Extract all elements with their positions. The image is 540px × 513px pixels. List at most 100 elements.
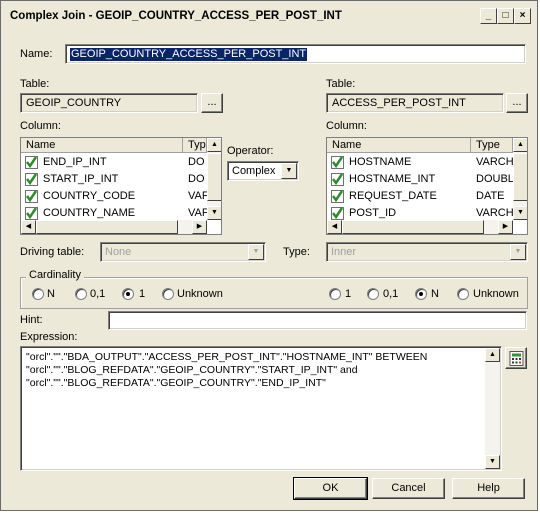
right-row[interactable]: REQUEST_DATE DATE [327, 188, 513, 205]
driving-table-select: None ▼ [100, 242, 266, 262]
right-cardinality-n-label: N [431, 288, 439, 300]
minimize-button[interactable]: _ [480, 8, 497, 24]
right-cardinality-zero-one-label: 0,1 [383, 288, 399, 300]
expression-vscrollbar[interactable]: ▲ ▼ [485, 348, 500, 469]
operator-select[interactable]: Complex ▼ [227, 161, 299, 181]
check-icon [331, 156, 344, 169]
check-icon [331, 173, 344, 186]
left-row-name: END_IP_INT [43, 156, 107, 168]
left-cardinality-zero-one-radio[interactable] [75, 288, 87, 300]
scroll-up-arrow-icon[interactable]: ▲ [207, 138, 221, 152]
scroll-thumb[interactable] [207, 153, 221, 201]
complex-join-dialog: Complex Join - GEOIP_COUNTRY_ACCESS_PER_… [0, 0, 538, 511]
left-table-browse-button[interactable]: ... [201, 93, 223, 113]
check-icon [331, 207, 344, 220]
expression-editor[interactable]: "orcl".""."BDA_OUTPUT"."ACCESS_PER_POST_… [20, 346, 502, 471]
scroll-thumb[interactable] [513, 153, 527, 201]
expression-label: Expression: [20, 331, 78, 343]
left-grid-vscrollbar[interactable]: ▲ ▼ [207, 138, 221, 220]
operator-value: Complex [232, 165, 276, 177]
scroll-up-arrow-icon[interactable]: ▲ [513, 138, 527, 152]
right-table-label: Table: [326, 78, 356, 90]
close-button[interactable]: × [514, 8, 531, 24]
hint-label: Hint: [20, 314, 43, 326]
right-row-name: HOSTNAME_INT [349, 173, 436, 185]
right-header-type[interactable]: Type [471, 138, 513, 153]
expression-line: "orcl".""."BLOG_REFDATA"."GEOIP_COUNTRY"… [26, 377, 326, 389]
type-label: Type: [283, 246, 310, 258]
left-cardinality-one-radio[interactable] [122, 288, 134, 300]
left-cardinality-unknown-radio[interactable] [162, 288, 174, 300]
left-table-value: GEOIP_COUNTRY [26, 97, 122, 109]
right-grid-hscrollbar[interactable]: ◀ ▶ [327, 220, 513, 234]
scroll-down-arrow-icon[interactable]: ▼ [513, 206, 527, 220]
chevron-down-icon: ▼ [248, 244, 264, 260]
right-row[interactable]: HOSTNAME_INT DOUBL [327, 171, 513, 188]
right-table-value: ACCESS_PER_POST_INT [332, 97, 466, 109]
scroll-left-arrow-icon[interactable]: ◀ [21, 220, 36, 234]
title-bar: Complex Join - GEOIP_COUNTRY_ACCESS_PER_… [2, 2, 536, 31]
left-table-label: Table: [20, 78, 50, 90]
name-value: GEOIP_COUNTRY_ACCESS_PER_POST_INT [70, 48, 308, 61]
left-row-name: START_IP_INT [43, 173, 119, 185]
left-header-name[interactable]: Name [21, 138, 183, 153]
name-label: Name: [20, 48, 53, 60]
right-cardinality-one-radio[interactable] [329, 288, 341, 300]
scroll-thumb[interactable] [36, 220, 178, 234]
right-grid-vscrollbar[interactable]: ▲ ▼ [513, 138, 527, 220]
left-row[interactable]: END_IP_INT DO [21, 154, 207, 171]
check-icon [25, 156, 38, 169]
type-value: Inner [331, 246, 357, 258]
hint-field[interactable] [108, 311, 527, 330]
right-cardinality-unknown-label: Unknown [473, 288, 519, 300]
maximize-button[interactable]: □ [497, 8, 514, 24]
expression-text: "orcl".""."BDA_OUTPUT"."ACCESS_PER_POST_… [26, 351, 427, 390]
right-row-type: DOUBL [476, 173, 513, 185]
scroll-left-arrow-icon[interactable]: ◀ [327, 220, 342, 234]
calculator-icon [509, 351, 524, 366]
left-row[interactable]: START_IP_INT DO [21, 171, 207, 188]
ok-button[interactable]: OK [293, 477, 368, 500]
left-row[interactable]: COUNTRY_CODE VAF [21, 188, 207, 205]
scroll-right-arrow-icon[interactable]: ▶ [192, 220, 207, 234]
expression-line: "orcl".""."BDA_OUTPUT"."ACCESS_PER_POST_… [26, 351, 428, 363]
right-cardinality-unknown-radio[interactable] [457, 288, 469, 300]
right-column-grid[interactable]: Name Type HOSTNAME VARCH HOSTNAME_INT DO… [326, 137, 528, 235]
help-button[interactable]: Help [452, 478, 525, 499]
name-field[interactable]: GEOIP_COUNTRY_ACCESS_PER_POST_INT [65, 44, 526, 64]
right-cardinality-n-radio[interactable] [415, 288, 427, 300]
expression-line: "orcl".""."BLOG_REFDATA"."GEOIP_COUNTRY"… [26, 364, 358, 376]
left-cardinality-n-radio[interactable] [32, 288, 44, 300]
check-icon [25, 190, 38, 203]
left-row-type: DO [188, 156, 205, 168]
chevron-down-icon: ▼ [510, 244, 526, 260]
left-cardinality-one-label: 1 [139, 288, 146, 300]
right-column-label: Column: [326, 120, 367, 132]
left-grid-hscrollbar[interactable]: ◀ ▶ [21, 220, 207, 234]
left-column-label: Column: [20, 120, 61, 132]
check-icon [331, 190, 344, 203]
scroll-up-arrow-icon[interactable]: ▲ [485, 348, 500, 362]
window-title: Complex Join - GEOIP_COUNTRY_ACCESS_PER_… [10, 10, 342, 22]
left-cardinality-unknown-label: Unknown [177, 288, 223, 300]
operator-label: Operator: [227, 145, 274, 157]
driving-table-value: None [105, 246, 132, 258]
right-header-name[interactable]: Name [327, 138, 471, 153]
scroll-thumb[interactable] [342, 220, 484, 234]
chevron-down-icon[interactable]: ▼ [281, 163, 297, 179]
scroll-down-arrow-icon[interactable]: ▼ [207, 206, 221, 220]
driving-table-label: Driving table: [20, 246, 85, 258]
scroll-right-arrow-icon[interactable]: ▶ [498, 220, 513, 234]
right-cardinality-zero-one-radio[interactable] [367, 288, 379, 300]
cancel-button[interactable]: Cancel [372, 478, 445, 499]
scroll-down-arrow-icon[interactable]: ▼ [485, 455, 500, 469]
right-table-browse-button[interactable]: ... [506, 93, 528, 113]
right-row-name: REQUEST_DATE [349, 190, 437, 202]
expression-editor-button[interactable] [505, 347, 527, 369]
left-header-type[interactable]: Typ [183, 138, 207, 153]
left-row-type: DO [188, 173, 205, 185]
cardinality-label: Cardinality [26, 269, 84, 281]
left-column-grid[interactable]: Name Typ END_IP_INT DO START_IP_INT DO C… [20, 137, 222, 235]
right-row[interactable]: HOSTNAME VARCH [327, 154, 513, 171]
right-row-name: HOSTNAME [349, 156, 412, 168]
